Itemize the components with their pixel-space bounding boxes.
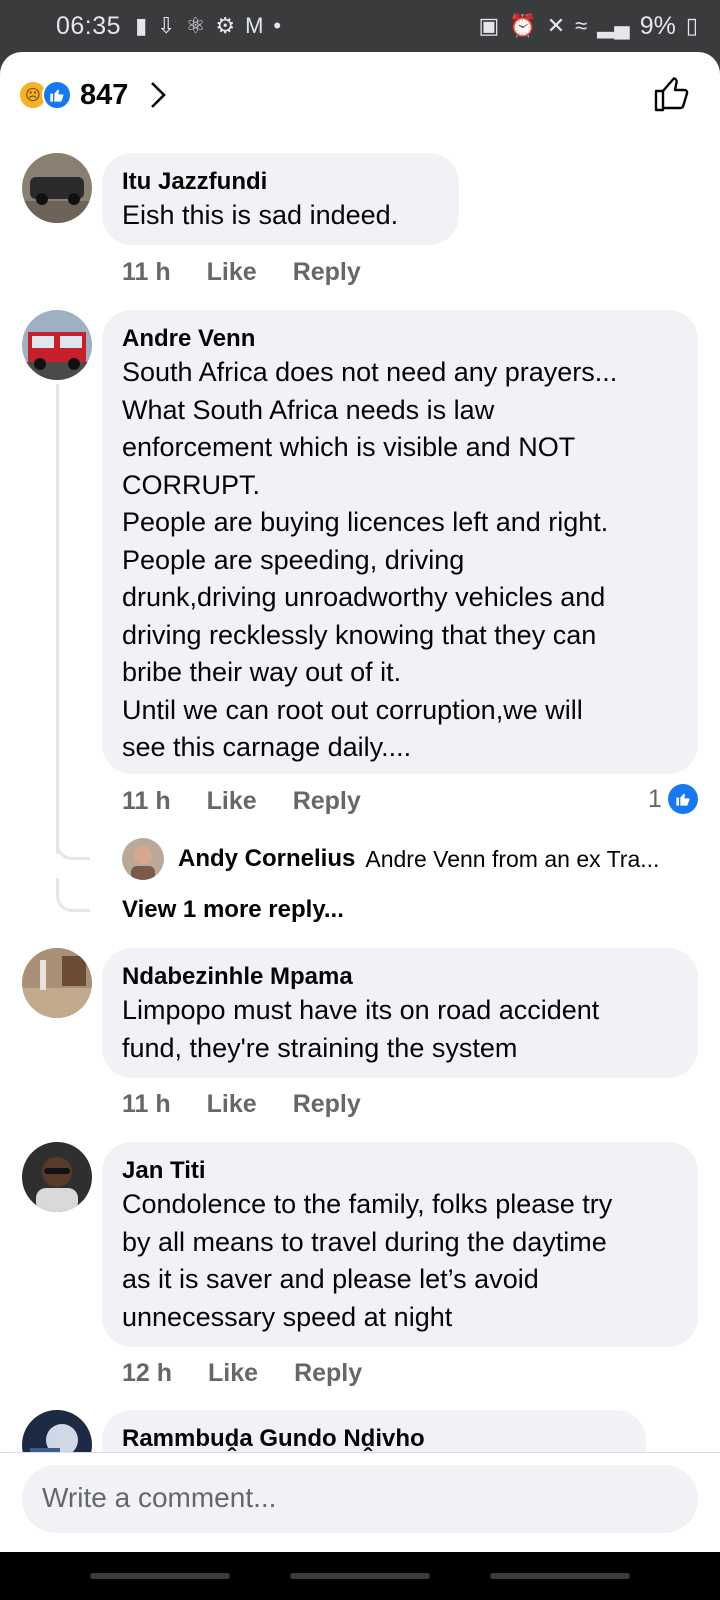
like-count: 1 xyxy=(648,784,662,813)
comment-line: see this carnage daily.... xyxy=(122,732,412,762)
download-icon: ⇩ xyxy=(157,13,176,38)
comment-line: People are buying licences left and righ… xyxy=(122,507,609,537)
battery-saver-icon: ▣ xyxy=(478,13,500,38)
avatar[interactable] xyxy=(22,310,92,380)
view-more-replies-link[interactable]: View 1 more reply... xyxy=(122,896,344,924)
comment-time: 11 h xyxy=(122,1090,171,1118)
comment-line: South Africa does not need any prayers..… xyxy=(122,357,618,387)
thread-connector xyxy=(56,838,90,860)
reaction-count: 847 xyxy=(80,78,129,111)
comment-line: fund, they're straining the system xyxy=(122,1032,518,1063)
system-nav-bar xyxy=(0,1552,720,1600)
comment-author[interactable]: Andre Venn xyxy=(122,324,678,354)
reactions-summary[interactable]: ☹ 847 xyxy=(0,52,720,138)
comment-author[interactable]: Itu Jazzfundi xyxy=(122,167,439,197)
wifi-icon: ≈ xyxy=(575,13,588,38)
comment-line: bribe their way out of it. xyxy=(122,657,402,687)
like-button[interactable]: Like xyxy=(207,258,257,287)
signal-icon: ▂▄ xyxy=(597,13,630,38)
comment-bubble[interactable]: Ndabezinhle Mpama Limpopo must have its … xyxy=(102,948,698,1078)
avatar[interactable] xyxy=(22,948,92,1018)
like-button[interactable]: Like xyxy=(207,787,257,816)
comment-line: Until we can root out corruption,we will xyxy=(122,694,583,725)
battery-icon: ▯ xyxy=(685,13,698,38)
comment-line: driving recklessly knowing that they can xyxy=(122,619,597,650)
settings-icon: ⚙ xyxy=(215,13,236,38)
comment-time: 12 h xyxy=(122,1359,173,1387)
comment-time: 11 h xyxy=(122,787,171,815)
reply-button[interactable]: Reply xyxy=(293,787,361,816)
like-post-button[interactable] xyxy=(652,74,692,114)
comment-line: What South Africa needs is law xyxy=(122,394,495,425)
comment-line: as it is saver and please let’s avoid xyxy=(122,1264,539,1294)
comment-author[interactable]: Ndabezinhle Mpama xyxy=(122,962,678,992)
dot-icon: • xyxy=(273,13,282,38)
message-icon: ▮ xyxy=(135,13,148,38)
comment-line: CORRUPT. xyxy=(122,469,261,500)
comment-line: Limpopo must have its on road accident xyxy=(122,995,600,1025)
reply-author[interactable]: Andy Cornelius xyxy=(178,845,355,873)
reply-preview[interactable]: Andy Cornelius Andre Venn from an ex Tra… xyxy=(122,838,659,880)
comment-actions: 11 h Like Reply xyxy=(122,787,361,816)
reply-avatar[interactable] xyxy=(122,838,164,880)
nav-back-handle[interactable] xyxy=(90,1573,230,1579)
comment-author[interactable]: Rammbuḓa Gundo Nḓivho xyxy=(122,1424,626,1454)
reaction-icons: ☹ xyxy=(18,80,72,110)
like-button[interactable]: Like xyxy=(207,1090,257,1119)
nav-home-handle[interactable] xyxy=(290,1573,430,1579)
comment-input[interactable]: Write a comment... xyxy=(22,1465,698,1533)
avatar[interactable] xyxy=(22,153,92,223)
comment-like-badge[interactable]: 1 xyxy=(648,784,698,814)
comment-line: by all means to travel during the daytim… xyxy=(122,1226,607,1257)
reply-button[interactable]: Reply xyxy=(294,1359,362,1388)
alarm-icon: ⏰ xyxy=(509,13,537,38)
mute-icon: ✕ xyxy=(546,13,566,38)
comment-actions: 12 h Like Reply xyxy=(122,1359,362,1388)
comment-bubble[interactable]: Itu Jazzfundi Eish this is sad indeed. xyxy=(102,153,459,245)
reply-button[interactable]: Reply xyxy=(293,1090,361,1119)
comment-time: 11 h xyxy=(122,258,171,286)
comment-actions: 11 h Like Reply xyxy=(122,1090,361,1119)
comment-line: Condolence to the family, folks please t… xyxy=(122,1189,613,1219)
like-icon xyxy=(667,784,698,814)
nav-recents-handle[interactable] xyxy=(490,1573,630,1579)
status-bar: 06:35 ▮ ⇩ ⚛ ⚙ M • ▣ ⏰ ✕ ≈ ▂▄ 9% ▯ xyxy=(0,0,720,52)
comment-composer-area: Write a comment... xyxy=(0,1452,720,1552)
comment-actions: 11 h Like Reply xyxy=(122,258,361,287)
status-time: 06:35 xyxy=(56,11,122,40)
reply-text: Andre Venn from an ex Tra... xyxy=(365,845,660,872)
like-button[interactable]: Like xyxy=(208,1359,258,1388)
comment-line: unnecessary speed at night xyxy=(122,1301,453,1332)
comments-sheet: ☹ 847 Itu Jazzfundi Eish this is sad ind… xyxy=(0,52,720,1552)
thread-connector xyxy=(56,878,90,912)
comment-line: drunk,driving unroadworthy vehicles and xyxy=(122,582,606,612)
reply-button[interactable]: Reply xyxy=(293,258,361,287)
comment-author[interactable]: Jan Titi xyxy=(122,1156,678,1186)
thread-line xyxy=(56,384,59,854)
mail-icon: M xyxy=(245,13,264,38)
avatar[interactable] xyxy=(22,1142,92,1212)
chevron-right-icon[interactable] xyxy=(146,80,170,110)
comment-text: Eish this is sad indeed. xyxy=(122,200,399,230)
like-icon xyxy=(42,80,72,110)
comment-bubble[interactable]: Andre Venn South Africa does not need an… xyxy=(102,310,698,774)
comment-line: People are speeding, driving xyxy=(122,544,465,575)
battery-level: 9% xyxy=(639,11,676,40)
notification-icon: ⚛ xyxy=(185,13,206,38)
comment-bubble[interactable]: Jan Titi Condolence to the family, folks… xyxy=(102,1142,698,1347)
comment-line: enforcement which is visible and NOT xyxy=(122,432,576,462)
